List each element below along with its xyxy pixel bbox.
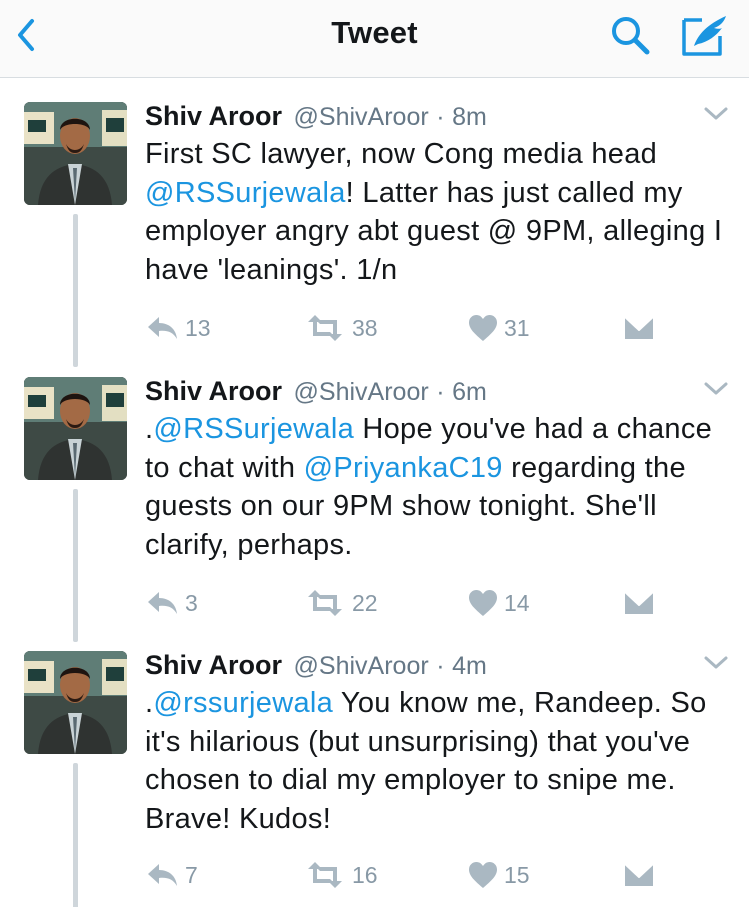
navigation-bar: Tweet — [0, 0, 749, 78]
tweet-header: Shiv Aroor @ShivAroor · 4m — [145, 647, 487, 683]
timestamp: 6m — [452, 378, 487, 406]
tweet-text: .@RSSurjewala Hope you've had a chance t… — [145, 410, 735, 564]
heart-icon — [468, 861, 498, 889]
reply-count: 13 — [185, 314, 211, 341]
retweet-count: 22 — [352, 589, 378, 616]
reply-button[interactable]: 13 — [145, 310, 211, 346]
search-icon[interactable] — [606, 12, 654, 58]
reply-icon — [145, 314, 179, 342]
retweet-button[interactable]: 38 — [304, 310, 378, 346]
author-name[interactable]: Shiv Aroor — [145, 376, 282, 406]
chevron-down-icon[interactable] — [702, 653, 730, 673]
tweet-text-segment: First SC lawyer, now Cong media head — [145, 138, 658, 170]
heart-icon — [468, 589, 498, 617]
tweet-actions: 3 22 14 — [0, 585, 749, 621]
author-handle[interactable]: @ShivAroor — [294, 378, 429, 406]
retweet-icon — [304, 589, 346, 617]
author-name[interactable]: Shiv Aroor — [145, 101, 282, 131]
like-button[interactable]: 14 — [468, 585, 530, 621]
author-handle[interactable]: @ShivAroor — [294, 652, 429, 680]
compose-icon[interactable] — [680, 12, 730, 58]
envelope-icon — [623, 862, 655, 888]
reply-button[interactable]: 3 — [145, 585, 198, 621]
tweet[interactable]: Shiv Aroor @ShivAroor · 6m .@RSSurjewala… — [0, 373, 749, 642]
reply-button[interactable]: 7 — [145, 857, 198, 893]
tweet-text: First SC lawyer, now Cong media head @RS… — [145, 135, 735, 289]
timestamp: 8m — [452, 103, 487, 131]
like-button[interactable]: 15 — [468, 857, 530, 893]
author-handle[interactable]: @ShivAroor — [294, 103, 429, 131]
separator-dot: · — [436, 652, 445, 680]
tweet-text: .@rssurjewala You know me, Randeep. So i… — [145, 684, 735, 838]
avatar[interactable] — [24, 102, 127, 205]
retweet-button[interactable]: 16 — [304, 857, 378, 893]
tweet-actions: 7 16 15 — [0, 857, 749, 893]
like-count: 14 — [504, 589, 530, 616]
heart-icon — [468, 314, 498, 342]
tweet-header: Shiv Aroor @ShivAroor · 6m — [145, 373, 487, 409]
reply-icon — [145, 861, 179, 889]
separator-dot: · — [436, 378, 445, 406]
retweet-count: 16 — [352, 861, 378, 888]
retweet-icon — [304, 861, 346, 889]
mention-link[interactable]: @PriyankaC19 — [304, 452, 503, 484]
mention-link[interactable]: @RSSurjewala — [145, 177, 346, 209]
envelope-icon — [623, 590, 655, 616]
envelope-icon — [623, 315, 655, 341]
direct-message-button[interactable] — [623, 857, 655, 893]
timestamp: 4m — [452, 652, 487, 680]
separator-dot: · — [436, 103, 445, 131]
tweet-header: Shiv Aroor @ShivAroor · 8m — [145, 98, 487, 134]
tweet-actions: 13 38 31 — [0, 310, 749, 346]
avatar[interactable] — [24, 377, 127, 480]
retweet-icon — [304, 314, 346, 342]
like-button[interactable]: 31 — [468, 310, 530, 346]
retweet-button[interactable]: 22 — [304, 585, 378, 621]
retweet-count: 38 — [352, 314, 378, 341]
reply-count: 7 — [185, 861, 198, 888]
mention-link[interactable]: @RSSurjewala — [153, 413, 354, 445]
author-name[interactable]: Shiv Aroor — [145, 650, 282, 680]
reply-icon — [145, 589, 179, 617]
like-count: 15 — [504, 861, 530, 888]
chevron-down-icon[interactable] — [702, 379, 730, 399]
like-count: 31 — [504, 314, 530, 341]
avatar[interactable] — [24, 651, 127, 754]
tweet[interactable]: Shiv Aroor @ShivAroor · 4m .@rssurjewala… — [0, 647, 749, 907]
reply-count: 3 — [185, 589, 198, 616]
mention-link[interactable]: @rssurjewala — [153, 687, 333, 719]
chevron-down-icon[interactable] — [702, 104, 730, 124]
direct-message-button[interactable] — [623, 310, 655, 346]
tweet[interactable]: Shiv Aroor @ShivAroor · 8m First SC lawy… — [0, 98, 749, 367]
direct-message-button[interactable] — [623, 585, 655, 621]
